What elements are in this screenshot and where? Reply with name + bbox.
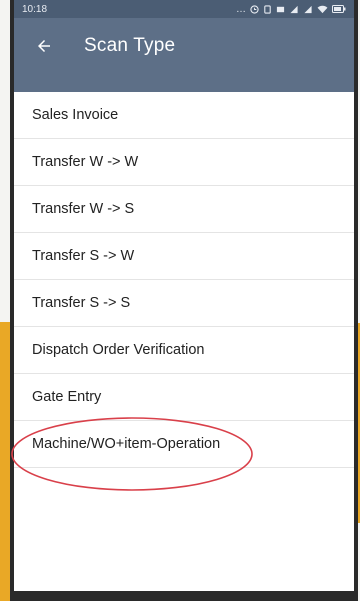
signal-icon bbox=[304, 5, 312, 13]
scan-type-dispatch-order-verification[interactable]: Dispatch Order Verification bbox=[14, 327, 354, 374]
status-bar: 10:18 … bbox=[14, 0, 354, 18]
vibrate-icon bbox=[264, 4, 271, 14]
scan-type-transfer-s-w[interactable]: Transfer S -> W bbox=[14, 233, 354, 280]
list-item-label: Transfer W -> S bbox=[32, 201, 135, 217]
signal-icon bbox=[290, 5, 298, 13]
wifi-icon bbox=[317, 5, 328, 13]
page-title: Scan Type bbox=[84, 35, 176, 56]
list-item-label: Gate Entry bbox=[32, 389, 102, 405]
phone-frame: 10:18 … Scan Type Sales Invoice Transfer… bbox=[10, 0, 358, 601]
list-item-label: Transfer W -> W bbox=[32, 154, 139, 170]
arrow-left-icon bbox=[38, 40, 50, 52]
app-bar-row: Scan Type bbox=[32, 18, 175, 74]
dots-icon: … bbox=[236, 3, 246, 15]
alarm-icon bbox=[250, 4, 259, 14]
scan-type-list: Sales Invoice Transfer W -> W Transfer W… bbox=[14, 92, 354, 468]
scan-type-sales-invoice[interactable]: Sales Invoice bbox=[14, 92, 354, 139]
list-item-label: Sales Invoice bbox=[32, 107, 119, 123]
scan-type-transfer-w-w[interactable]: Transfer W -> W bbox=[14, 139, 354, 186]
scan-type-transfer-s-s[interactable]: Transfer S -> S bbox=[14, 280, 354, 327]
scan-type-machine-wo-item-operation[interactable]: Machine/WO+item-Operation bbox=[14, 421, 354, 468]
battery-icon bbox=[332, 5, 346, 13]
app-screen: 10:18 … Scan Type Sales Invoice Transfer… bbox=[14, 0, 354, 591]
list-item-label: Dispatch Order Verification bbox=[32, 342, 205, 358]
app-bar: Scan Type bbox=[14, 18, 354, 92]
list-item-label: Machine/WO+item-Operation bbox=[32, 436, 221, 452]
list-item-label: Transfer S -> W bbox=[32, 248, 135, 264]
list-item-label: Transfer S -> S bbox=[32, 295, 131, 311]
scan-type-transfer-w-s[interactable]: Transfer W -> S bbox=[14, 186, 354, 233]
battery-saver-icon bbox=[276, 6, 285, 12]
status-time: 10:18 bbox=[22, 3, 48, 15]
scan-type-gate-entry[interactable]: Gate Entry bbox=[14, 374, 354, 421]
back-button[interactable] bbox=[32, 34, 56, 58]
status-icons: … bbox=[236, 4, 346, 15]
